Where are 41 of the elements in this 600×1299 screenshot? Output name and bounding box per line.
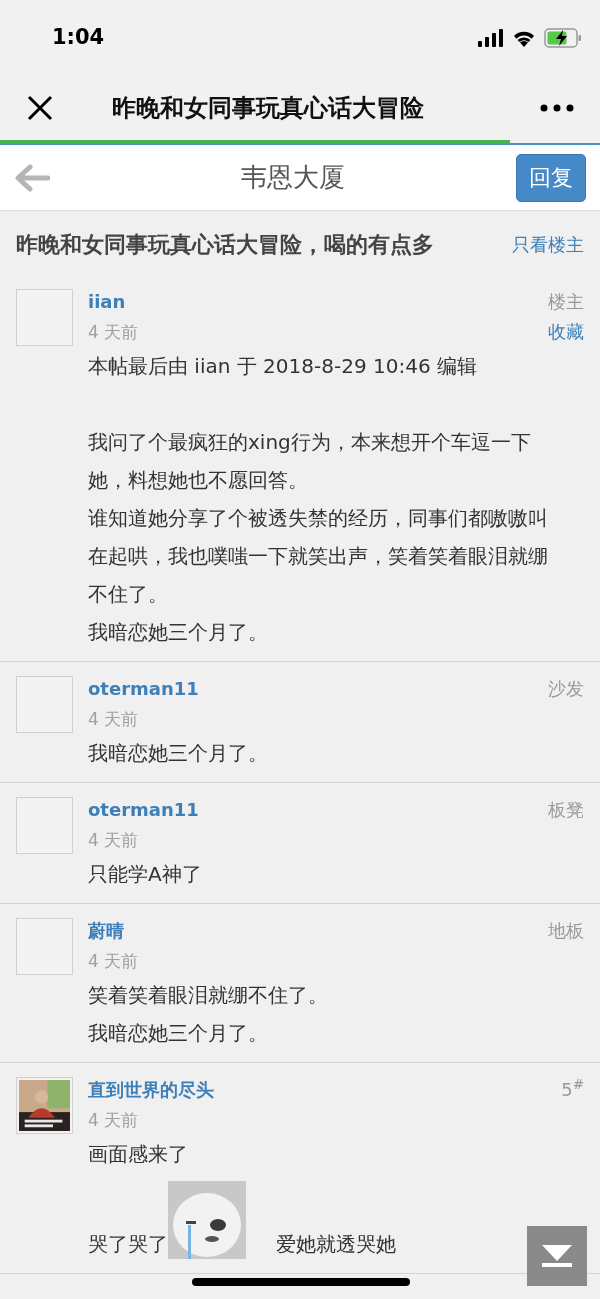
floor-label: 板凳 <box>548 798 584 822</box>
signal-icon <box>478 28 504 47</box>
floor-label: 楼主 <box>548 290 584 314</box>
post-time: 4 天前 <box>88 950 139 973</box>
post-time: 4 天前 <box>88 321 139 344</box>
post-text: 我暗恋她三个月了。 <box>88 619 269 646</box>
more-icon[interactable] <box>540 103 574 112</box>
post-text: 只能学A神了 <box>88 861 203 888</box>
post-text: 我暗恋她三个月了。 <box>88 1020 269 1047</box>
author-name[interactable]: oterman11 <box>88 795 199 825</box>
favorite-link[interactable]: 收藏 <box>548 317 584 347</box>
post-text: 爱她就透哭她 <box>276 1231 396 1258</box>
post-text: 哭了哭了 <box>88 1231 168 1258</box>
floor-label: 沙发 <box>548 677 584 701</box>
floor-label: 地板 <box>548 919 584 943</box>
avatar[interactable] <box>16 1077 73 1134</box>
status-time: 1:04 <box>52 23 105 51</box>
post-text: 笑着笑着眼泪就绷不住了。 <box>88 982 329 1009</box>
post-text: 我问了个最疯狂的xing行为，本来想开个车逗一下她，料想她也不愿回答。 <box>88 429 532 494</box>
author-name[interactable]: 蔚晴 <box>88 916 139 946</box>
page-title: 昨晚和女同事玩真心话大冒险 <box>112 92 424 124</box>
edit-note: 本帖最后由 iian 于 2018-8-29 10:46 编辑 <box>88 353 478 380</box>
back-arrow-icon[interactable] <box>14 163 50 192</box>
close-icon[interactable] <box>26 93 54 122</box>
down-triangle-icon <box>542 1245 572 1267</box>
post-time: 4 天前 <box>88 708 140 731</box>
reply-button[interactable]: 回复 <box>516 153 586 202</box>
post-time: 4 天前 <box>88 829 140 852</box>
thread-title: 昨晚和女同事玩真心话大冒险，喝的有点多 <box>16 231 434 259</box>
post-text: 谁知道她分享了个被透失禁的经历，同事们都嗷嗷叫在起哄，我也噗嗤一下就笑出声，笑着笑着眼泪就绷不住了。 <box>88 505 549 608</box>
battery-charging-icon <box>544 27 582 48</box>
post-text: 画面感来了 <box>88 1141 189 1168</box>
floor-label: 5$^{#}$ <box>561 1075 584 1102</box>
author-name[interactable]: 直到世界的尽头 <box>88 1075 214 1105</box>
header-title: 韦恩大厦 <box>240 161 346 194</box>
post-text: 我暗恋她三个月了。 <box>88 740 269 767</box>
scroll-down-button[interactable] <box>527 1226 587 1286</box>
author-name[interactable]: oterman11 <box>88 674 199 704</box>
post-time: 4 天前 <box>88 1109 140 1132</box>
op-only-link[interactable]: 只看楼主 <box>512 225 584 265</box>
author-name[interactable]: iian <box>88 287 139 317</box>
